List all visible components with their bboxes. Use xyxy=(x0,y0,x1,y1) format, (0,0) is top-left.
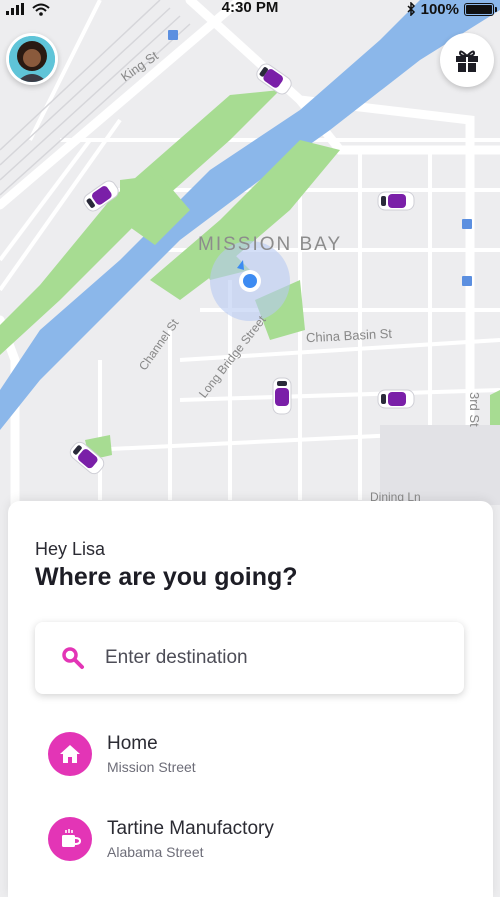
battery-icon xyxy=(464,2,497,16)
destination-search-input[interactable]: Enter destination xyxy=(35,622,464,694)
saved-place-tartine[interactable]: Tartine Manufactory Alabama Street xyxy=(48,817,274,861)
place-title: Home xyxy=(107,733,158,754)
home-icon xyxy=(48,732,92,776)
avatar[interactable] xyxy=(6,33,58,85)
place-subtitle: Alabama Street xyxy=(107,844,204,860)
sheet-headline: Where are you going? xyxy=(35,563,298,591)
car-icon xyxy=(377,191,415,211)
place-subtitle: Mission Street xyxy=(107,759,196,775)
saved-place-home[interactable]: Home Mission Street xyxy=(48,732,196,776)
coffee-icon xyxy=(48,817,92,861)
street-label-third: 3rd St xyxy=(467,392,482,427)
destination-sheet: Hey Lisa Where are you going? Enter dest… xyxy=(8,501,493,897)
status-time: 4:30 PM xyxy=(221,0,279,16)
greeting-text: Hey Lisa xyxy=(35,539,106,559)
place-title: Tartine Manufactory xyxy=(107,818,274,839)
gift-button[interactable] xyxy=(440,33,494,87)
search-placeholder: Enter destination xyxy=(105,647,248,668)
user-avatar-icon xyxy=(9,36,55,82)
gift-icon xyxy=(456,50,478,72)
search-icon xyxy=(62,647,84,669)
car-icon xyxy=(377,389,415,409)
car-icon xyxy=(272,377,292,415)
map-district-label: MISSION BAY xyxy=(198,234,343,255)
status-bar: 4:30 PM 100% xyxy=(0,0,500,18)
